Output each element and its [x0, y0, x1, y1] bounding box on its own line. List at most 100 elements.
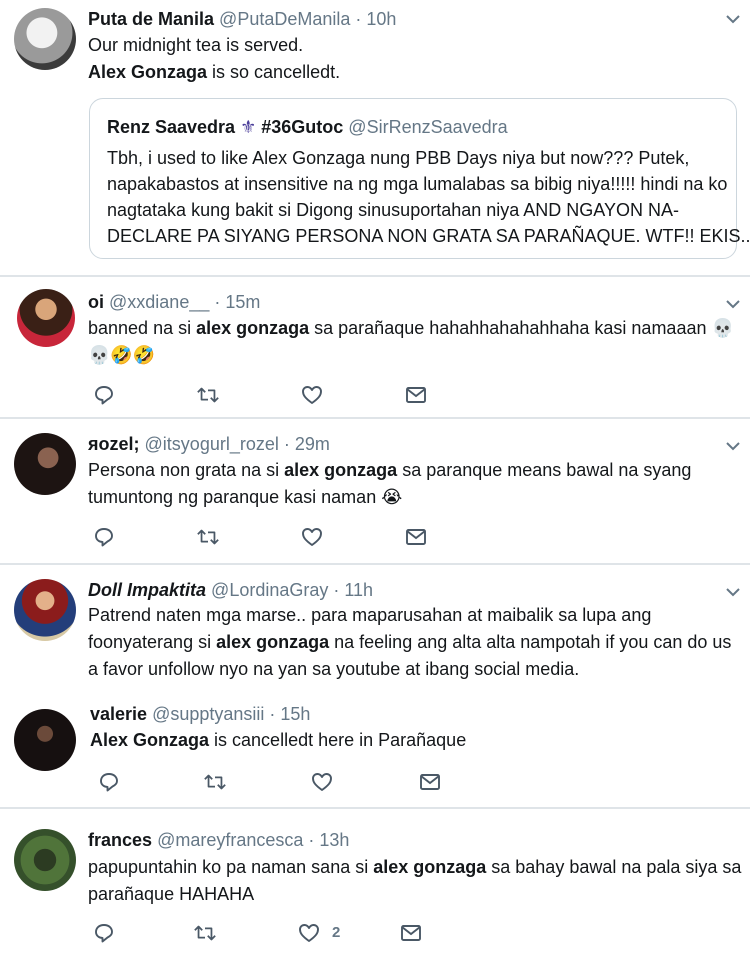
- tweet-line: 💀🤣🤣: [88, 342, 734, 369]
- reply-icon[interactable]: [92, 383, 116, 407]
- tweet-line: Alex Gonzaga is cancelledt here in Parañ…: [90, 727, 466, 754]
- tweet-line: papupuntahin ko pa naman sana si alex go…: [88, 854, 741, 881]
- tweet-oi[interactable]: oi @xxdiane__ · 15m banned na si alex go…: [0, 277, 750, 417]
- display-name[interactable]: яozel;: [88, 434, 140, 454]
- tweet-frances[interactable]: frances @mareyfrancesca · 13h papupuntah…: [0, 809, 750, 958]
- mention-bold: alex gonzaga: [196, 318, 310, 338]
- text-span: sa parañaque hahahhahahahhaha kasi namaa…: [309, 318, 712, 338]
- text-span: banned na si: [88, 318, 197, 338]
- tweet-text: Persona non grata na si alex gonzaga sa …: [88, 457, 691, 511]
- quote-header: Renz Saavedra ⚜ #36Gutoc @SirRenzSaavedr…: [107, 117, 508, 138]
- tweet-line: tumuntong ng paranque kasi naman 😭: [88, 484, 691, 511]
- display-name[interactable]: Doll Impaktita: [88, 580, 206, 600]
- tweet-line: banned na si alex gonzaga sa parañaque h…: [88, 315, 734, 342]
- tweet-dollimpaktita[interactable]: Doll Impaktita @LordinaGray · 11h Patren…: [0, 565, 750, 695]
- tweet-line: Patrend naten mga marse.. para maparusah…: [88, 605, 652, 625]
- message-icon[interactable]: [404, 525, 428, 549]
- tweet-line: Our midnight tea is served.: [88, 35, 304, 55]
- text-span: is cancelledt here in Parañaque: [209, 730, 467, 750]
- quote-display-name: Renz Saavedra: [107, 117, 236, 137]
- tweet-text: banned na si alex gonzaga sa parañaque h…: [88, 315, 734, 369]
- like-icon[interactable]: [297, 921, 321, 945]
- reply-icon[interactable]: [97, 770, 121, 794]
- reply-icon[interactable]: [92, 525, 116, 549]
- tweet-header: Doll Impaktita @LordinaGray · 11h: [88, 579, 373, 601]
- tweet-header: valerie @supptyansiii · 15h: [90, 703, 310, 725]
- tweet-line: Persona non grata na si alex gonzaga sa …: [88, 457, 691, 484]
- tweet-text: Patrend naten mga marse.. para maparusah…: [88, 602, 731, 683]
- text-span: sa bahay bawal na pala siya sa: [486, 857, 742, 877]
- tweet-actions: [92, 383, 492, 407]
- tweet-text: papupuntahin ko pa naman sana si alex go…: [88, 854, 741, 908]
- mention-bold: Alex Gonzaga: [88, 62, 208, 82]
- text-span: tumuntong ng paranque kasi naman: [88, 487, 382, 507]
- quote-text: Tbh, i used to like Alex Gonzaga nung PB…: [107, 145, 750, 249]
- mention-bold: alex gonzaga: [373, 857, 487, 877]
- retweet-icon[interactable]: [203, 770, 227, 794]
- retweet-icon[interactable]: [196, 525, 220, 549]
- like-icon[interactable]: [310, 770, 334, 794]
- tweet-actions: 2: [92, 921, 492, 945]
- skull-emoji: 💀: [711, 318, 734, 339]
- quote-handle: @SirRenzSaavedra: [348, 117, 508, 137]
- fleur-de-lis-icon: ⚜: [240, 117, 257, 138]
- avatar[interactable]: [14, 8, 76, 70]
- tweet-header: Puta de Manila @PutaDeManila · 10h: [88, 8, 396, 30]
- tweet-putademanila[interactable]: Puta de Manila @PutaDeManila · 10h Our m…: [0, 0, 750, 275]
- tweet-line: Alex Gonzaga is so cancelledt.: [88, 59, 340, 86]
- like-icon[interactable]: [300, 525, 324, 549]
- tweet-valerie[interactable]: valerie @supptyansiii · 15h Alex Gonzaga…: [0, 695, 750, 807]
- tweet-rozel[interactable]: яozel; @itsyogurl_rozel · 29m Persona no…: [0, 419, 750, 563]
- chevron-down-icon[interactable]: [726, 14, 740, 26]
- tweet-line-rest: is so cancelledt.: [207, 62, 341, 82]
- retweet-icon[interactable]: [196, 383, 220, 407]
- quote-name-suffix: #36Gutoc: [261, 117, 344, 137]
- avatar[interactable]: [14, 433, 76, 495]
- mention-bold: Alex Gonzaga: [90, 730, 210, 750]
- avatar[interactable]: [17, 289, 75, 347]
- display-name[interactable]: Puta de Manila: [88, 9, 214, 29]
- tweet-actions: [92, 525, 492, 549]
- tweet-text: Alex Gonzaga is cancelledt here in Parañ…: [90, 727, 466, 754]
- quote-line: napakabastos at insensitive na ng mga lu…: [107, 174, 728, 194]
- chevron-down-icon[interactable]: [726, 587, 740, 599]
- quoted-tweet[interactable]: Renz Saavedra ⚜ #36Gutoc @SirRenzSaavedr…: [89, 98, 750, 259]
- mention-bold: alex gonzaga: [216, 632, 330, 652]
- avatar[interactable]: [14, 709, 76, 771]
- message-icon[interactable]: [418, 770, 442, 794]
- text-span: sa paranque means bawal na syang: [397, 460, 692, 480]
- tweet-line: foonyaterang si alex gonzaga na feeling …: [88, 629, 731, 656]
- tweet-text: Our midnight tea is served. Alex Gonzaga…: [88, 32, 340, 86]
- handle-time: @LordinaGray · 11h: [211, 580, 374, 600]
- handle-time: @xxdiane__ · 15m: [109, 292, 261, 312]
- handle-time: @mareyfrancesca · 13h: [157, 830, 350, 850]
- reply-icon[interactable]: [92, 921, 116, 945]
- emoji-row: 💀🤣🤣: [88, 345, 156, 366]
- tweet-line: a favor unfollow nyo na yan sa youtube a…: [88, 659, 580, 679]
- message-icon[interactable]: [399, 921, 423, 945]
- display-name[interactable]: valerie: [90, 704, 147, 724]
- quote-line: DECLARE PA SIYANG PERSONA NON GRATA SA P…: [107, 226, 750, 246]
- handle-time: @supptyansiii · 15h: [152, 704, 311, 724]
- text-span: Persona non grata na si: [88, 460, 285, 480]
- display-name[interactable]: oi: [88, 292, 104, 312]
- handle-time: @PutaDeManila · 10h: [219, 9, 397, 29]
- handle-time: @itsyogurl_rozel · 29m: [144, 434, 330, 454]
- like-count: 2: [332, 924, 341, 941]
- chevron-down-icon[interactable]: [726, 441, 740, 453]
- retweet-icon[interactable]: [193, 921, 217, 945]
- like-icon[interactable]: [300, 383, 324, 407]
- text-span: na feeling ang alta alta nampotah if you…: [329, 632, 732, 652]
- crying-emoji: 😭: [381, 487, 403, 508]
- mention-bold: alex gonzaga: [284, 460, 398, 480]
- tweet-header: яozel; @itsyogurl_rozel · 29m: [88, 433, 330, 455]
- avatar[interactable]: [14, 829, 76, 891]
- avatar[interactable]: [14, 579, 76, 641]
- text-span: foonyaterang si: [88, 632, 217, 652]
- chevron-down-icon[interactable]: [726, 299, 740, 311]
- display-name[interactable]: frances: [88, 830, 152, 850]
- quote-line: Tbh, i used to like Alex Gonzaga nung PB…: [107, 148, 690, 168]
- tweet-header: oi @xxdiane__ · 15m: [88, 291, 260, 313]
- tweet-header: frances @mareyfrancesca · 13h: [88, 829, 349, 851]
- message-icon[interactable]: [404, 383, 428, 407]
